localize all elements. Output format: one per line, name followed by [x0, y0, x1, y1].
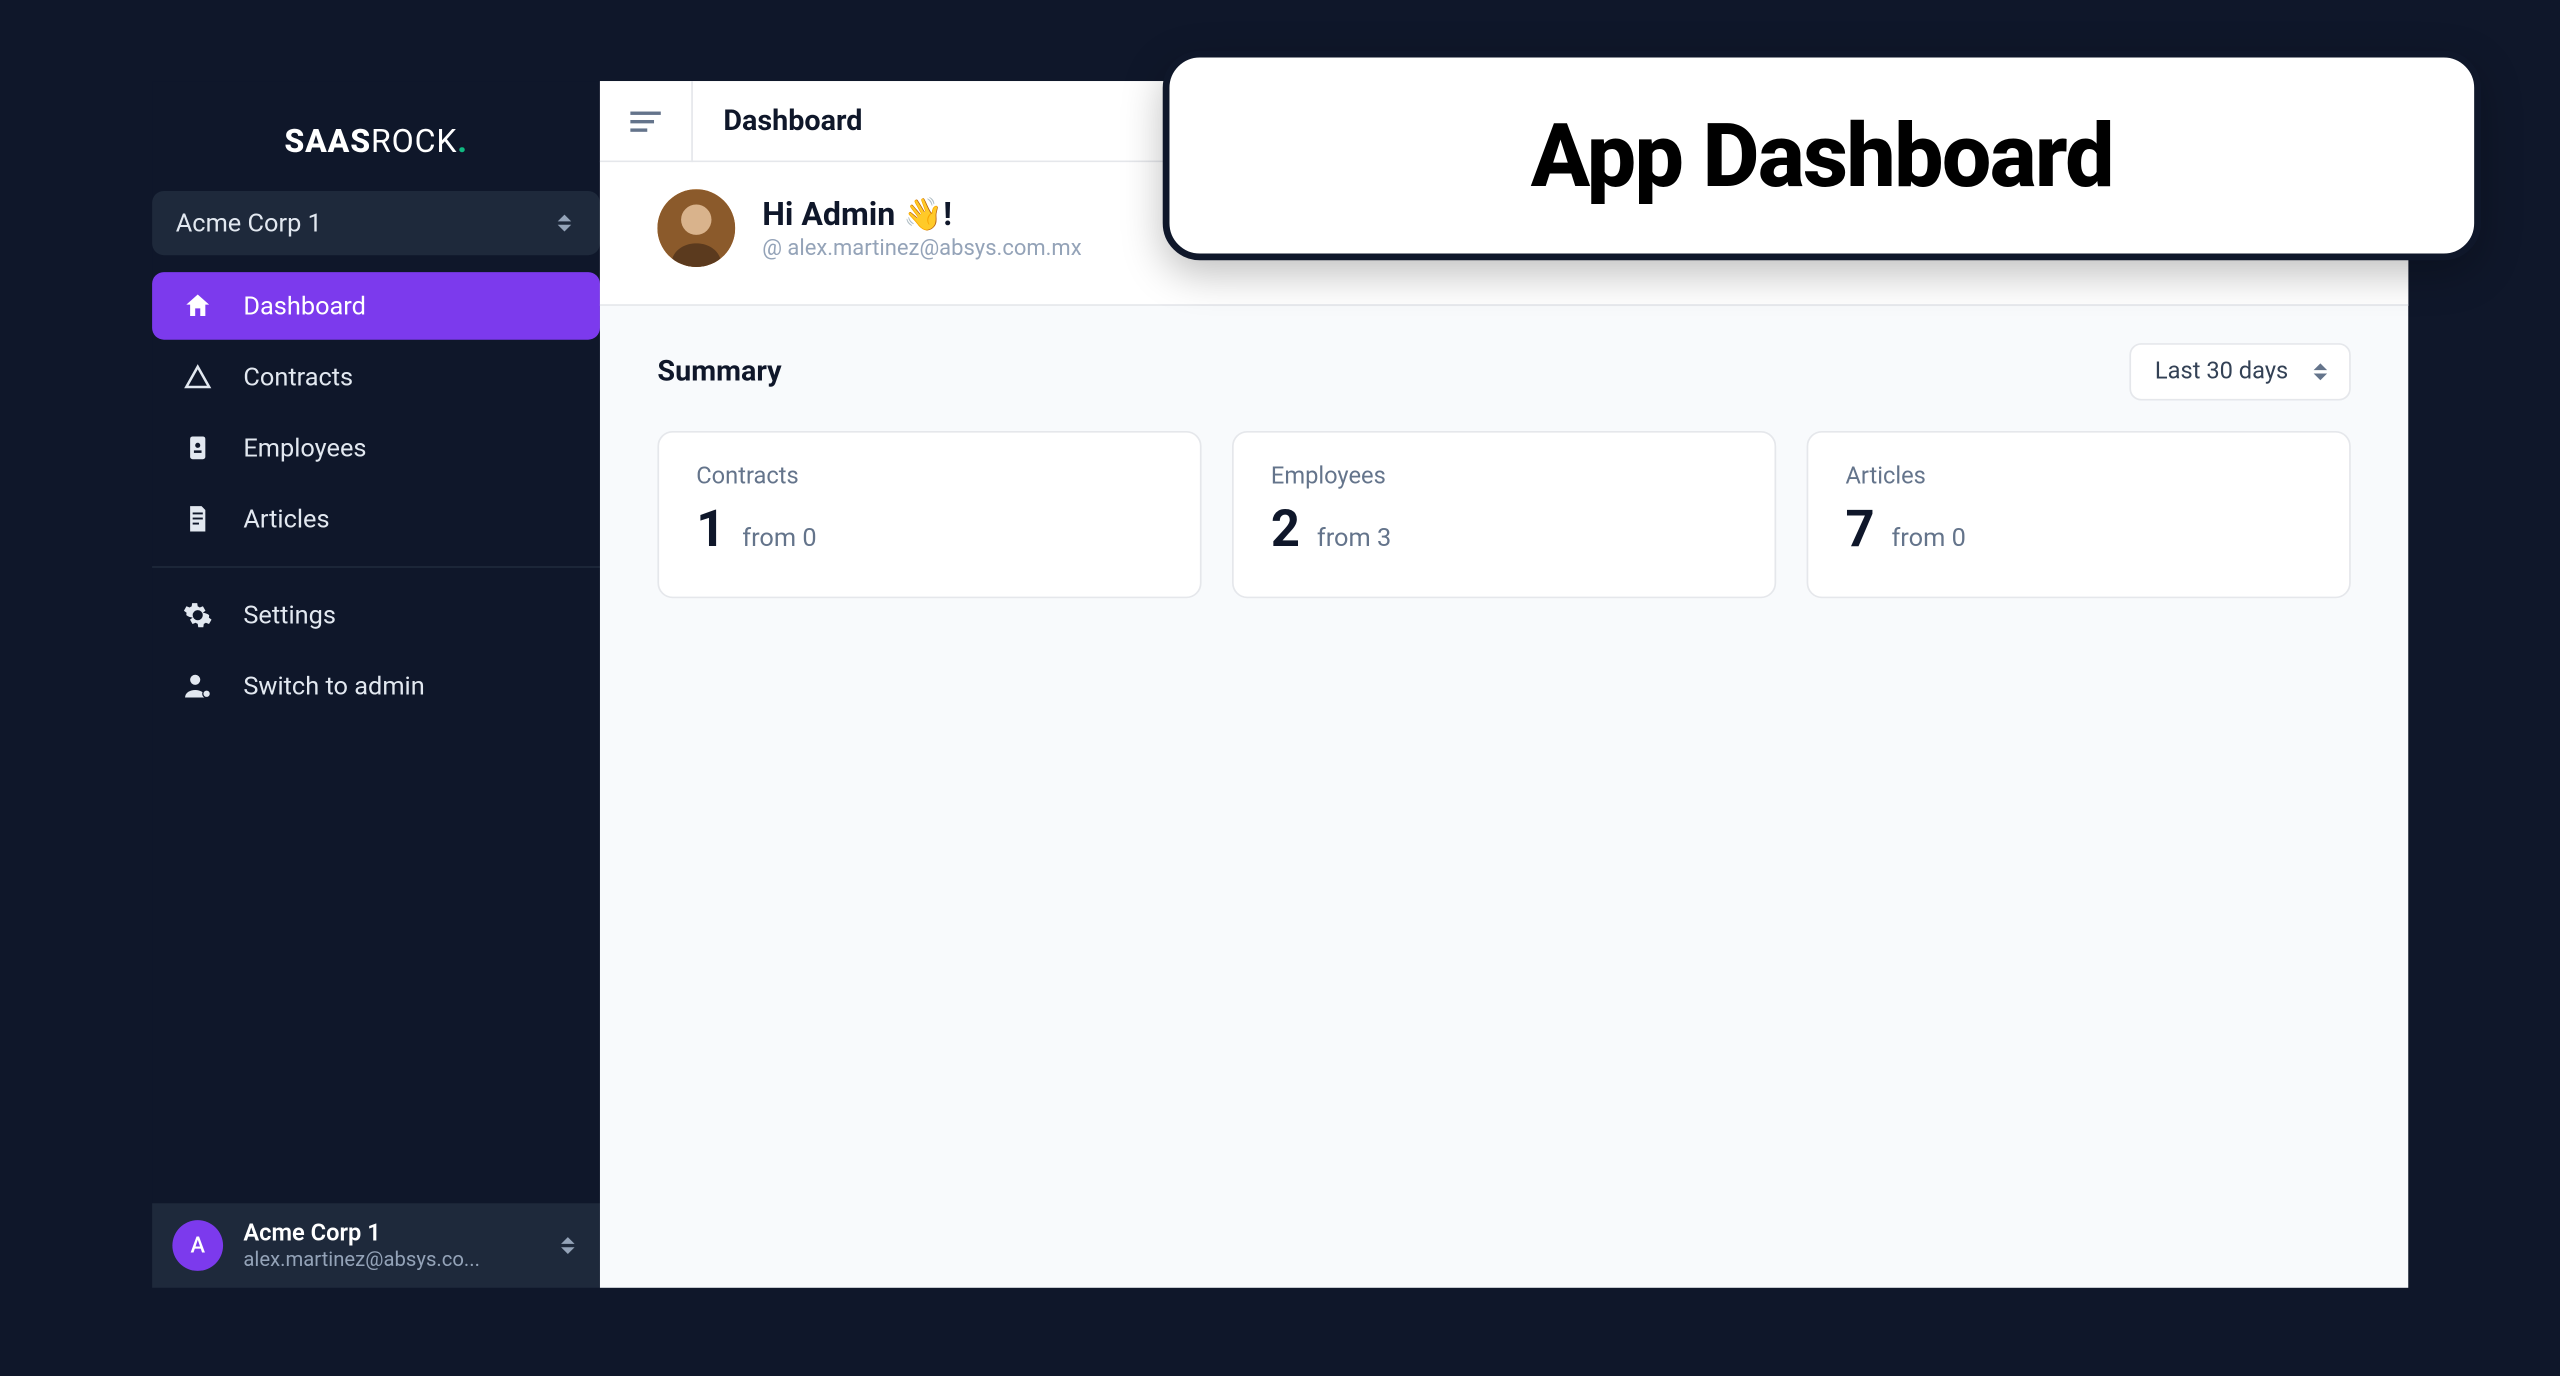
warning-triangle-icon [183, 362, 213, 392]
card-from: from 0 [742, 522, 816, 552]
main-panel: Dashboard Hi Admin 👋! @ alex.martinez@ab… [600, 81, 2408, 1288]
summary-card-contracts: Contracts 1 from 0 [657, 431, 1201, 598]
period-select-value: Last 30 days [2155, 358, 2288, 385]
summary-title: Summary [657, 355, 781, 389]
summary-card-employees: Employees 2 from 3 [1232, 431, 1776, 598]
sidebar-item-employees[interactable]: Employees [152, 414, 600, 482]
org-switcher-label: Acme Corp 1 [176, 208, 322, 238]
card-label: Contracts [696, 463, 1162, 490]
nav-divider [152, 566, 600, 568]
sidebar-item-label: Contracts [243, 362, 353, 392]
id-badge-icon [183, 433, 213, 463]
card-value: 7 [1845, 500, 1874, 559]
page-title: Dashboard [691, 80, 862, 161]
card-label: Articles [1845, 463, 2311, 490]
chevron-updown-icon [2309, 357, 2333, 387]
chevron-updown-icon [556, 1230, 580, 1260]
overlay-title: App Dashboard [1531, 104, 2113, 207]
period-select[interactable]: Last 30 days [2130, 343, 2351, 400]
menu-toggle-icon[interactable] [630, 111, 660, 131]
card-value: 2 [1271, 500, 1300, 559]
chevron-updown-icon [553, 208, 577, 238]
account-email: alex.martinez@absys.co... [243, 1247, 535, 1271]
home-icon [183, 291, 213, 321]
user-switch-icon [183, 671, 213, 701]
card-label: Employees [1271, 463, 1737, 490]
app-frame: SAASROCK. Acme Corp 1 Dashboard Cont [152, 81, 2408, 1288]
org-switcher[interactable]: Acme Corp 1 [152, 191, 600, 255]
primary-nav: Dashboard Contracts Employees [152, 272, 600, 723]
sidebar-item-label: Settings [243, 600, 336, 630]
sidebar-item-label: Articles [243, 504, 329, 534]
summary-cards: Contracts 1 from 0 Employees 2 from 3 [657, 431, 2350, 598]
summary-header: Summary Last 30 days [657, 343, 2350, 400]
sidebar-item-dashboard[interactable]: Dashboard [152, 272, 600, 340]
avatar: A [172, 1220, 223, 1271]
account-switcher[interactable]: A Acme Corp 1 alex.martinez@absys.co... [152, 1203, 600, 1288]
brand-part-bold: SAAS [284, 122, 371, 161]
sidebar-item-contracts[interactable]: Contracts [152, 343, 600, 411]
card-from: from 0 [1891, 522, 1965, 552]
greeting-title: Hi Admin 👋! [762, 194, 1081, 233]
content-area: Summary Last 30 days Contracts 1 from 0 [600, 306, 2408, 636]
document-icon [183, 504, 213, 534]
summary-card-articles: Articles 7 from 0 [1807, 431, 2351, 598]
avatar-initial: A [190, 1233, 205, 1258]
brand-dot: . [457, 122, 467, 161]
sidebar: SAASROCK. Acme Corp 1 Dashboard Cont [152, 81, 600, 1288]
sidebar-item-switch-admin[interactable]: Switch to admin [152, 652, 600, 720]
sidebar-item-label: Employees [243, 433, 366, 463]
sidebar-item-articles[interactable]: Articles [152, 485, 600, 553]
sidebar-item-settings[interactable]: Settings [152, 581, 600, 649]
card-from: from 3 [1317, 522, 1391, 552]
overlay-annotation: App Dashboard [1163, 51, 2481, 261]
greeting-subtitle: @ alex.martinez@absys.com.mx [762, 237, 1081, 262]
at-symbol: @ [762, 237, 782, 262]
brand-part-thin: ROCK [371, 122, 457, 161]
sidebar-item-label: Switch to admin [243, 671, 424, 701]
greeting-email: alex.martinez@absys.com.mx [787, 237, 1081, 262]
card-value: 1 [696, 500, 725, 559]
sidebar-item-label: Dashboard [243, 291, 366, 321]
user-avatar [657, 189, 735, 267]
brand-logo: SAASROCK. [152, 98, 600, 191]
gear-icon [183, 600, 213, 630]
account-title: Acme Corp 1 [243, 1220, 535, 1247]
